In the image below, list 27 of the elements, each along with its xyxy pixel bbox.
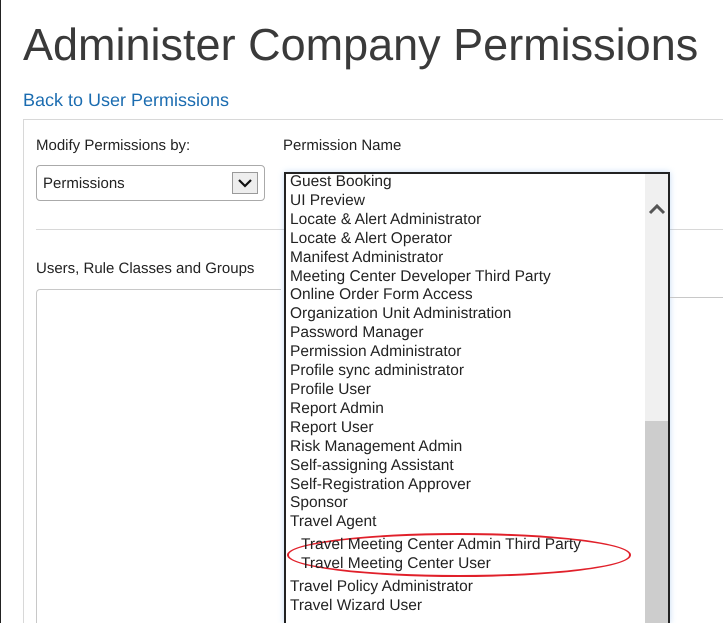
list-item[interactable]: Locate & Alert Operator — [290, 230, 645, 249]
list-item[interactable]: Locate & Alert Administrator — [290, 210, 645, 230]
section-label: Users, Rule Classes and Groups — [36, 260, 254, 278]
list-item[interactable]: Travel Agent — [290, 513, 645, 532]
back-link[interactable]: Back to User Permissions — [23, 90, 230, 111]
list-item[interactable]: Online Order Form Access — [290, 286, 645, 306]
list-item[interactable]: Self-assigning Assistant — [290, 456, 645, 476]
list-item[interactable]: Travel Wizard User — [290, 596, 645, 616]
list-item[interactable]: Self-Registration Approver — [290, 476, 645, 494]
list-item[interactable]: Meeting Center Developer Third Party — [290, 268, 645, 286]
list-item[interactable]: Report User — [290, 418, 645, 438]
field-label: Permission Name — [283, 137, 402, 155]
list-item[interactable]: Sponsor — [290, 494, 645, 514]
list-item[interactable]: Report Admin — [290, 400, 645, 419]
list-item[interactable]: Risk Management Admin — [290, 438, 645, 457]
list-item[interactable]: Profile sync administrator — [290, 362, 645, 381]
list-item[interactable]: Permission Administrator — [290, 343, 645, 362]
modify-by-dropdown[interactable]: Permissions — [36, 165, 265, 201]
list-item[interactable]: Profile User — [290, 380, 645, 400]
list-item[interactable]: Organization Unit Administration — [290, 305, 645, 324]
list-item[interactable]: Manifest Administrator — [290, 248, 645, 268]
field-label: Modify Permissions by: — [36, 137, 192, 155]
list-item[interactable]: Travel Policy Administrator — [290, 578, 645, 597]
page-title: Administer Company Permissions — [23, 18, 698, 72]
list-item[interactable]: Guest Booking — [290, 173, 645, 192]
list-item[interactable]: Password Manager — [290, 324, 645, 344]
list-item[interactable]: UI Preview — [290, 192, 645, 211]
